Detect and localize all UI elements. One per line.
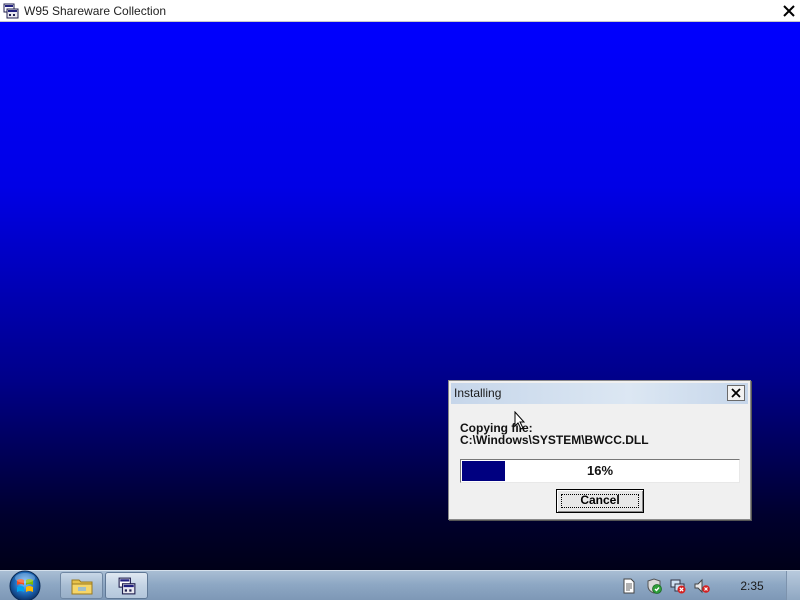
install-progress-bar: 16% bbox=[460, 459, 740, 483]
close-icon bbox=[731, 388, 741, 398]
taskbar-button-file-explorer[interactable] bbox=[60, 572, 103, 599]
dialog-title-bar: Installing bbox=[451, 383, 748, 404]
file-explorer-icon bbox=[71, 579, 92, 594]
app-close-button[interactable] bbox=[778, 0, 800, 21]
taskbar-button-installer[interactable] bbox=[105, 572, 148, 599]
installer-app-icon bbox=[118, 577, 135, 594]
document-tray-icon[interactable] bbox=[621, 578, 637, 594]
show-desktop-button[interactable] bbox=[786, 571, 800, 600]
volume-muted-icon[interactable] bbox=[694, 578, 710, 594]
security-shield-icon[interactable] bbox=[646, 578, 662, 594]
taskbar: 2:35 bbox=[0, 570, 800, 600]
app-title-bar: W95 Shareware Collection bbox=[0, 0, 800, 22]
cancel-button[interactable]: Cancel bbox=[556, 489, 644, 513]
app-title: W95 Shareware Collection bbox=[24, 4, 167, 18]
installing-dialog: Installing Copying file: C:\Windows\SYST… bbox=[448, 380, 751, 520]
network-disconnected-icon[interactable] bbox=[670, 578, 686, 594]
close-icon bbox=[783, 4, 795, 17]
dialog-close-button[interactable] bbox=[727, 385, 745, 401]
copying-file-path: C:\Windows\SYSTEM\BWCC.DLL bbox=[460, 433, 649, 447]
copying-message: Copying file: C:\Windows\SYSTEM\BWCC.DLL bbox=[460, 422, 649, 446]
focus-rectangle bbox=[561, 494, 639, 508]
taskbar-clock[interactable]: 2:35 bbox=[734, 579, 770, 593]
installer-app-icon bbox=[3, 3, 19, 19]
dialog-title: Installing bbox=[454, 386, 502, 400]
mouse-cursor-icon bbox=[514, 411, 526, 430]
windows-start-orb-icon[interactable] bbox=[6, 568, 44, 600]
screen: W95 Shareware Collection Installing Copy… bbox=[0, 0, 800, 600]
progress-percent: 16% bbox=[586, 463, 614, 478]
